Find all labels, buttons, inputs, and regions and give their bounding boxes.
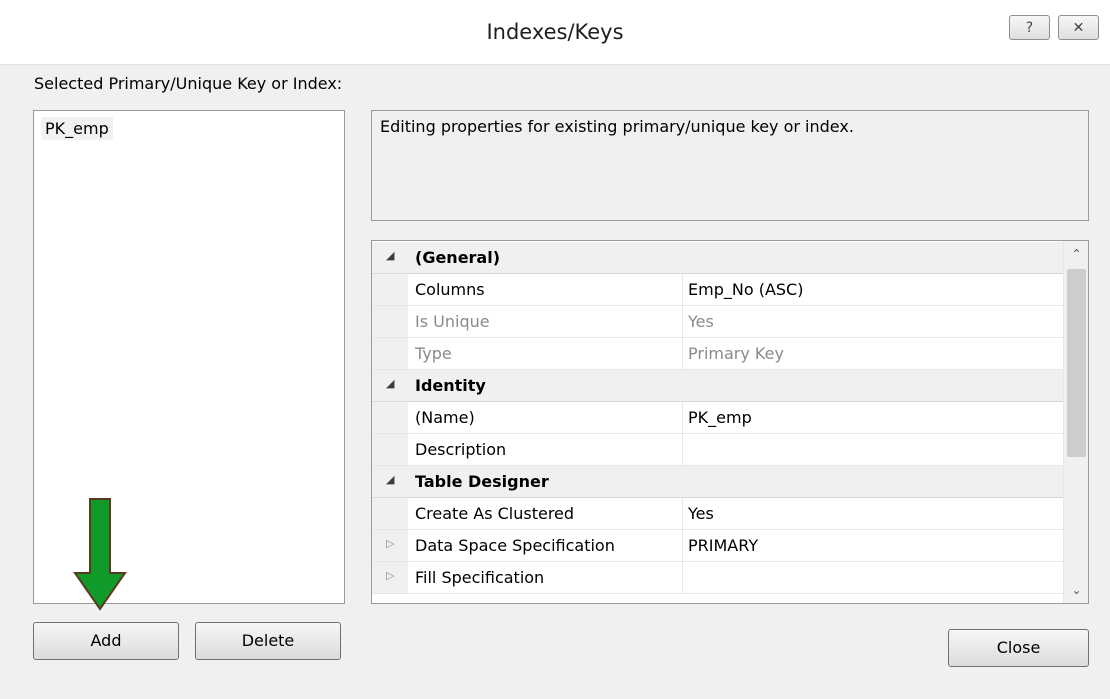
row-gutter <box>372 498 408 529</box>
scroll-thumb[interactable] <box>1067 269 1086 457</box>
property-name: Data Space Specification <box>415 536 615 555</box>
property-grid[interactable]: ◢ (General) Columns Emp_No (ASC) Is Unique Ye… <box>371 240 1089 604</box>
category-label: Table Designer <box>415 472 549 491</box>
property-name: Create As Clustered <box>415 504 575 523</box>
category-label: Identity <box>415 376 486 395</box>
delete-button[interactable]: Delete <box>195 622 341 660</box>
property-value[interactable]: Yes <box>682 498 1063 529</box>
property-value[interactable]: Yes <box>682 306 1063 337</box>
scroll-down-icon[interactable]: ⌄ <box>1064 577 1088 603</box>
window-close-button[interactable]: ✕ <box>1058 15 1099 40</box>
property-row[interactable]: Columns Emp_No (ASC) <box>372 274 1063 306</box>
close-icon: ✕ <box>1072 20 1085 36</box>
property-value[interactable]: Primary Key <box>682 338 1063 369</box>
description-box: Editing properties for existing primary/… <box>371 110 1089 221</box>
category-label: (General) <box>415 248 501 267</box>
help-button[interactable]: ? <box>1009 15 1050 40</box>
selected-key-label: Selected Primary/Unique Key or Index: <box>34 74 343 93</box>
property-row[interactable]: Create As Clustered Yes <box>372 498 1063 530</box>
vertical-scrollbar[interactable]: ⌃ ⌄ <box>1063 241 1088 603</box>
collapse-icon[interactable]: ◢ <box>386 473 394 486</box>
row-gutter <box>372 306 408 337</box>
scroll-up-icon[interactable]: ⌃ <box>1064 241 1088 267</box>
property-row[interactable]: ▷ Fill Specification <box>372 562 1063 594</box>
collapse-icon[interactable]: ◢ <box>386 377 394 390</box>
property-value[interactable]: Emp_No (ASC) <box>682 274 1063 305</box>
list-item[interactable]: PK_emp <box>41 117 113 140</box>
add-button[interactable]: Add <box>33 622 179 660</box>
row-gutter <box>372 338 408 369</box>
property-name: (Name) <box>415 408 475 427</box>
property-name: Type <box>415 344 452 363</box>
property-row[interactable]: Description <box>372 434 1063 466</box>
annotation-arrow <box>73 498 127 611</box>
property-name: Fill Specification <box>415 568 545 587</box>
category-row[interactable]: ◢ Table Designer <box>372 466 1063 498</box>
close-button[interactable]: Close <box>948 629 1089 667</box>
property-row[interactable]: ▷ Data Space Specification PRIMARY <box>372 530 1063 562</box>
property-value[interactable] <box>682 434 1063 465</box>
category-row[interactable]: ◢ (General) <box>372 242 1063 274</box>
row-gutter <box>372 434 408 465</box>
property-name: Description <box>415 440 507 459</box>
description-text: Editing properties for existing primary/… <box>380 117 854 136</box>
title-bar: Indexes/Keys ? ✕ <box>0 0 1110 65</box>
category-row[interactable]: ◢ Identity <box>372 370 1063 402</box>
property-name: Columns <box>415 280 485 299</box>
expand-icon[interactable]: ▷ <box>386 569 394 582</box>
property-value[interactable]: PK_emp <box>682 402 1063 433</box>
property-name: Is Unique <box>415 312 490 331</box>
collapse-icon[interactable]: ◢ <box>386 249 394 262</box>
property-value[interactable] <box>682 562 1063 593</box>
window-title: Indexes/Keys <box>486 20 624 44</box>
row-gutter <box>372 274 408 305</box>
help-icon: ? <box>1025 20 1034 36</box>
expand-icon[interactable]: ▷ <box>386 537 394 550</box>
property-value[interactable]: PRIMARY <box>682 530 1063 561</box>
property-row[interactable]: (Name) PK_emp <box>372 402 1063 434</box>
property-row[interactable]: Is Unique Yes <box>372 306 1063 338</box>
property-row[interactable]: Type Primary Key <box>372 338 1063 370</box>
row-gutter <box>372 402 408 433</box>
